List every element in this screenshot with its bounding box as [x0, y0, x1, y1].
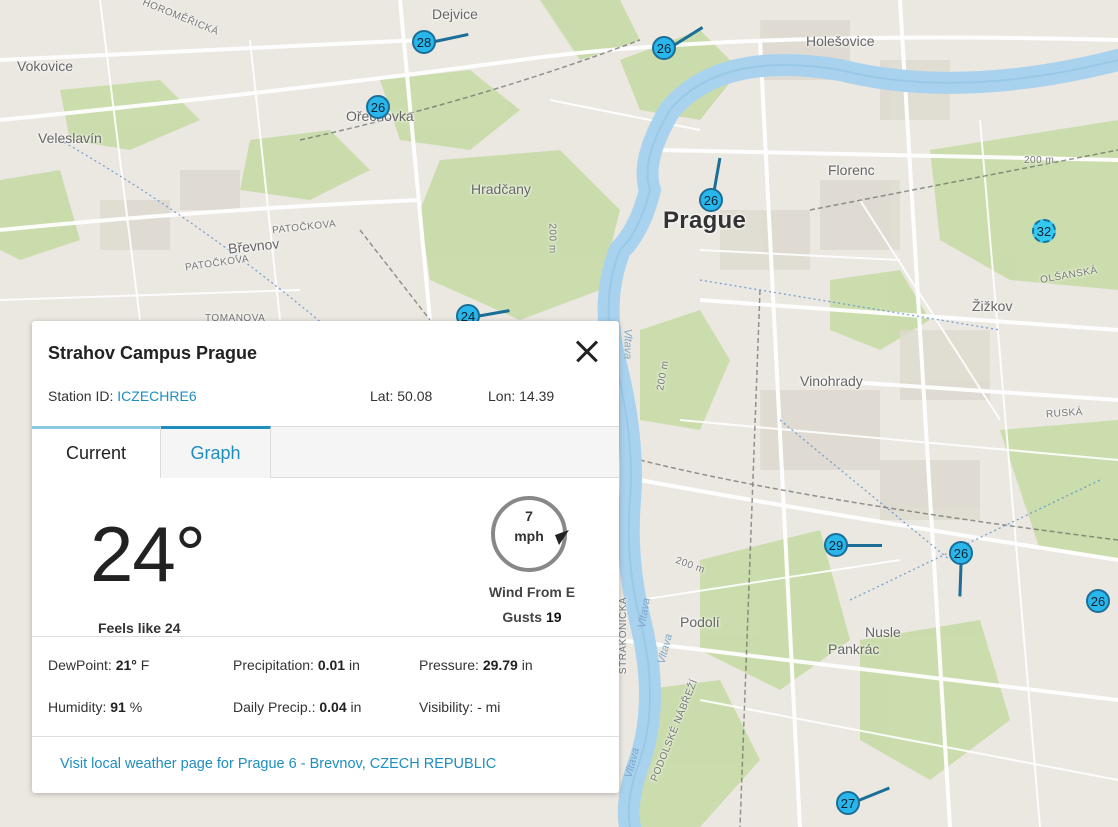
station-id-link[interactable]: ICZECHRE6 — [117, 388, 196, 404]
wind-direction: Wind From E — [488, 584, 576, 600]
gusts-label: Gusts — [502, 609, 546, 625]
map-label-prague: Prague — [663, 207, 747, 234]
station-marker[interactable]: 28 — [412, 30, 436, 54]
map-label-dejvice: Dejvice — [432, 6, 478, 22]
station-name: Strahov Campus Prague — [48, 343, 258, 363]
map-label-vltava-1: Vltava — [621, 328, 634, 360]
station-marker[interactable]: 26 — [699, 188, 723, 212]
stat-daily-precip: Daily Precip.: 0.04 in — [233, 699, 362, 715]
station-marker[interactable]: 27 — [836, 791, 860, 815]
map-label-contour-200m-2: 200 m — [1024, 155, 1055, 166]
map-label-florenc: Florenc — [828, 162, 875, 178]
map-label-podoli: Podolí — [680, 614, 720, 630]
station-id-row: Station ID: ICZECHRE6 — [48, 388, 197, 404]
station-marker[interactable]: 26 — [1086, 589, 1110, 613]
wind-barb — [846, 544, 882, 547]
map-label-hradcany: Hradčany — [471, 181, 531, 197]
local-weather-link[interactable]: Visit local weather page for Prague 6 - … — [60, 756, 496, 772]
map-label-strakonicka: STRAKONICKÁ — [618, 596, 630, 675]
station-marker[interactable]: 29 — [824, 533, 848, 557]
station-marker[interactable]: 26 — [652, 36, 676, 60]
map-label-vinohrady: Vinohrady — [800, 373, 863, 389]
station-marker[interactable]: 26 — [366, 95, 390, 119]
stat-visibility: Visibility: - mi — [419, 699, 501, 715]
stat-pressure: Pressure: 29.79 in — [419, 657, 533, 673]
divider — [32, 636, 619, 637]
wind-speed: 7 — [525, 508, 533, 524]
wind-unit: mph — [514, 528, 544, 544]
feels-like: Feels like 24 — [98, 620, 181, 636]
station-marker[interactable]: 32 — [1032, 219, 1056, 243]
map-label-zizkov: Žižkov — [972, 298, 1013, 314]
longitude: Lon: 14.39 — [488, 388, 555, 404]
stat-humidity: Humidity: 91 % — [48, 699, 143, 715]
latitude: Lat: 50.08 — [370, 388, 433, 404]
stat-dewpoint: DewPoint: 21° F — [48, 657, 150, 673]
map-label-contour-200m-1: 200 m — [546, 223, 558, 254]
map-label-vokovice: Vokovice — [17, 58, 74, 74]
station-marker[interactable]: 26 — [949, 541, 973, 565]
gusts-value: 19 — [546, 609, 562, 625]
map-label-veleslavin: Veleslavín — [38, 130, 102, 146]
wind-gusts: Gusts 19 — [452, 609, 612, 625]
tab-graph[interactable]: Graph — [161, 426, 271, 478]
map-label-nusle: Nusle — [865, 624, 901, 640]
divider — [32, 736, 619, 737]
popup-tabs: Current Graph — [32, 426, 619, 478]
stat-precipitation: Precipitation: 0.01 in — [233, 657, 360, 673]
station-id-label: Station ID: — [48, 388, 118, 404]
current-temperature: 24° — [90, 510, 206, 598]
close-icon[interactable] — [570, 334, 604, 368]
map-label-holesovice: Holešovice — [806, 33, 875, 49]
tab-current[interactable]: Current — [32, 426, 161, 478]
station-popup: Strahov Campus Prague Station ID: ICZECH… — [32, 321, 619, 793]
map-label-pankrac: Pankrác — [828, 641, 880, 657]
